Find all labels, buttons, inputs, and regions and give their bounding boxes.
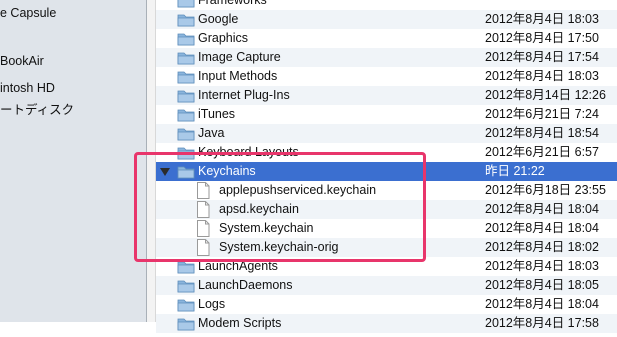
date-modified: 2012年8月4日 18:03 [485,12,599,26]
date-modified: 2012年6月18日 23:55 [485,183,606,197]
sidebar-item[interactable]: intosh HD [0,79,55,97]
date-modified: 2012年6月21日 6:57 [485,145,599,159]
item-name: Logs [198,297,226,311]
date-modified: 2012年8月14日 12:26 [485,88,606,102]
file-row[interactable]: System.keychain 2012年8月4日 18:04 [156,219,617,238]
folder-row[interactable]: Internet Plug-Ins 2012年8月14日 12:26 [156,86,617,105]
date-modified: 2012年8月4日 18:54 [485,126,599,140]
item-name: LaunchAgents [198,259,278,273]
item-name: System.keychain [219,221,314,235]
file-row[interactable]: applepushserviced.keychain 2012年6月18日 23:… [156,181,617,200]
folder-row[interactable]: Google 2012年8月4日 18:03 [156,10,617,29]
disclosure-triangle-icon[interactable] [160,168,170,176]
folder-icon [177,259,195,274]
date-modified: 2012年8月4日 17:50 [485,31,599,45]
item-name: Graphics [198,31,249,45]
item-name: System.keychain-orig [219,240,339,254]
date-modified: 昨日 21:22 [485,164,545,178]
date-modified: 2012年6月21日 7:24 [485,107,599,121]
sidebar-item[interactable]: ートディスク [0,101,74,119]
item-name: Internet Plug-Ins [198,88,290,102]
item-name: iTunes [198,107,236,121]
date-modified: 2012年8月4日 17:58 [485,316,599,330]
folder-row[interactable]: iTunes 2012年6月21日 7:24 [156,105,617,124]
folder-icon [177,145,195,160]
document-icon [196,182,210,199]
item-name: Image Capture [198,50,281,64]
folder-row[interactable]: Logs 2012年8月4日 18:04 [156,295,617,314]
date-modified: 2012年8月4日 18:03 [485,259,599,273]
folder-row[interactable]: LaunchAgents 2012年8月4日 18:03 [156,257,617,276]
folder-icon [177,0,195,8]
document-icon [196,220,210,237]
sidebar: e Capsule BookAir intosh HD ートディスク [0,0,147,322]
item-name: Modem Scripts [198,316,282,330]
folder-icon [177,297,195,312]
folder-row[interactable]: Frameworks [156,0,617,10]
item-name: Java [198,126,225,140]
folder-row[interactable]: Java 2012年8月4日 18:54 [156,124,617,143]
date-modified: 2012年8月4日 18:02 [485,240,599,254]
date-modified: 2012年8月4日 17:54 [485,50,599,64]
item-name: Keyboard Layouts [198,145,299,159]
folder-row[interactable]: Modem Scripts 2012年8月4日 17:58 [156,314,617,333]
item-name: Google [198,12,239,26]
folder-icon [177,12,195,27]
item-name: Input Methods [198,69,278,83]
item-name: Keychains [198,164,256,178]
sidebar-item[interactable]: BookAir [0,52,44,70]
file-list: Frameworks Google 2012年8月4日 18:03 Graphics 2… [156,0,617,333]
folder-icon [177,164,195,179]
folder-icon [177,31,195,46]
date-modified: 2012年8月4日 18:05 [485,278,599,292]
date-modified: 2012年8月4日 18:04 [485,221,599,235]
folder-icon [177,69,195,84]
folder-row[interactable]: Keychains 昨日 21:22 [156,162,617,181]
item-name: Frameworks [198,0,267,7]
folder-row[interactable]: Graphics 2012年8月4日 17:50 [156,29,617,48]
folder-icon [177,107,195,122]
sidebar-item[interactable]: e Capsule [0,4,56,22]
date-modified: 2012年8月4日 18:03 [485,69,599,83]
item-name: applepushserviced.keychain [219,183,377,197]
date-modified: 2012年8月4日 18:04 [485,297,599,311]
date-modified: 2012年8月4日 18:04 [485,202,599,216]
item-name: apsd.keychain [219,202,299,216]
folder-icon [177,88,195,103]
folder-row[interactable]: Input Methods 2012年8月4日 18:03 [156,67,617,86]
item-name: LaunchDaemons [198,278,293,292]
folder-icon [177,126,195,141]
file-row[interactable]: System.keychain-orig 2012年8月4日 18:02 [156,238,617,257]
document-icon [196,239,210,256]
folder-row[interactable]: LaunchDaemons 2012年8月4日 18:05 [156,276,617,295]
folder-icon [177,278,195,293]
folder-row[interactable]: Keyboard Layouts 2012年6月21日 6:57 [156,143,617,162]
folder-icon [177,316,195,331]
folder-icon [177,50,195,65]
list-gutter [147,0,156,322]
file-row[interactable]: apsd.keychain 2012年8月4日 18:04 [156,200,617,219]
document-icon [196,201,210,218]
folder-row[interactable]: Image Capture 2012年8月4日 17:54 [156,48,617,67]
